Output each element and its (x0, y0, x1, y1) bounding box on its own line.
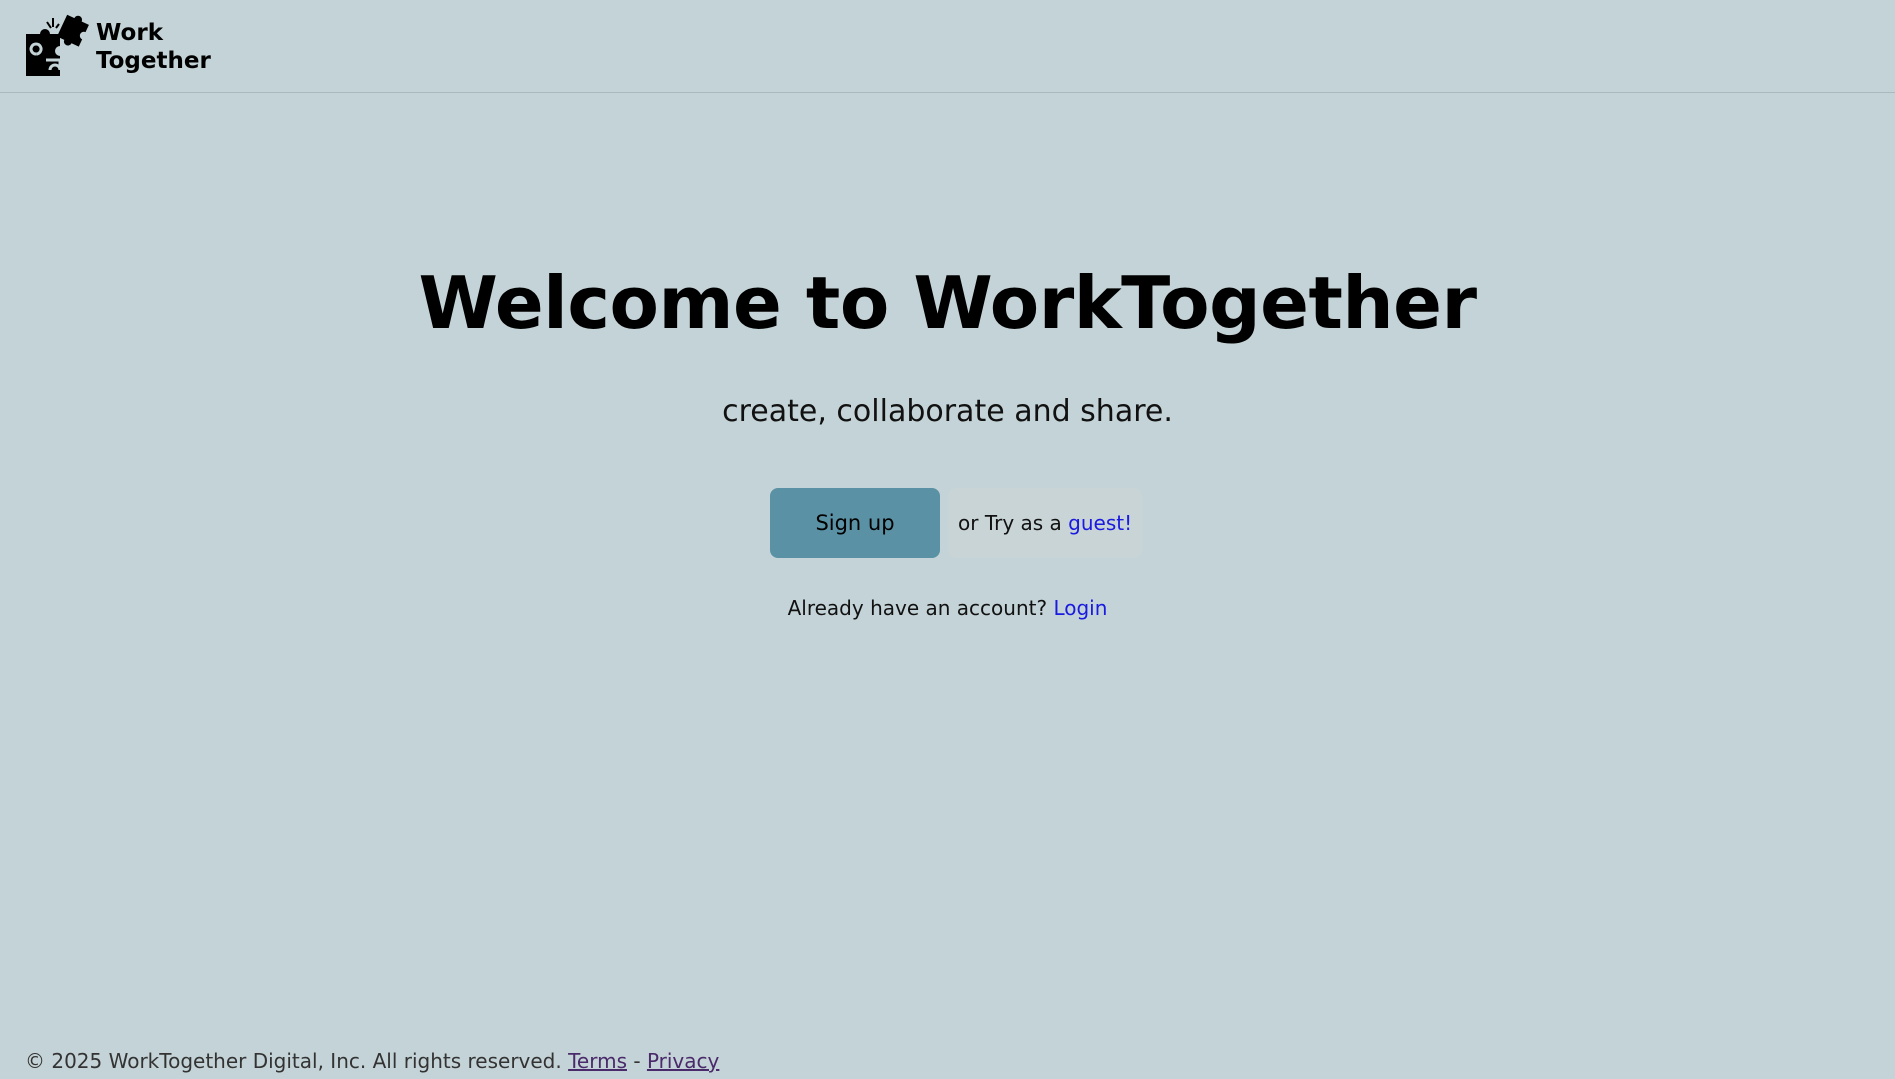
guest-link[interactable]: guest! (1068, 511, 1132, 535)
login-link[interactable]: Login (1053, 596, 1107, 620)
signup-button[interactable]: Sign up (770, 488, 940, 558)
logo[interactable]: Work Together (24, 12, 211, 82)
privacy-link[interactable]: Privacy (647, 1049, 719, 1073)
cta-row: Sign up or Try as a guest! (770, 488, 1143, 558)
logo-text-line2: Together (96, 48, 211, 74)
page-subtitle: create, collaborate and share. (722, 394, 1173, 429)
guest-prefix-text: or Try as a (958, 511, 1062, 535)
login-prompt: Already have an account? Login (0, 592, 1895, 624)
logo-text-line1: Work (96, 20, 163, 46)
site-header: Work Together (0, 0, 1895, 93)
site-footer: © 2025 WorkTogether Digital, Inc. All ri… (25, 1046, 719, 1076)
page-title: Welcome to WorkTogether (418, 261, 1478, 345)
login-prefix-text: Already have an account? (787, 596, 1048, 620)
puzzle-pieces-icon (26, 14, 89, 76)
terms-link[interactable]: Terms (568, 1049, 627, 1073)
guest-option: or Try as a guest! (948, 488, 1143, 558)
footer-separator: - (633, 1049, 641, 1073)
copyright-text: © 2025 WorkTogether Digital, Inc. All ri… (25, 1049, 562, 1073)
logo-text: Work Together (96, 19, 211, 75)
